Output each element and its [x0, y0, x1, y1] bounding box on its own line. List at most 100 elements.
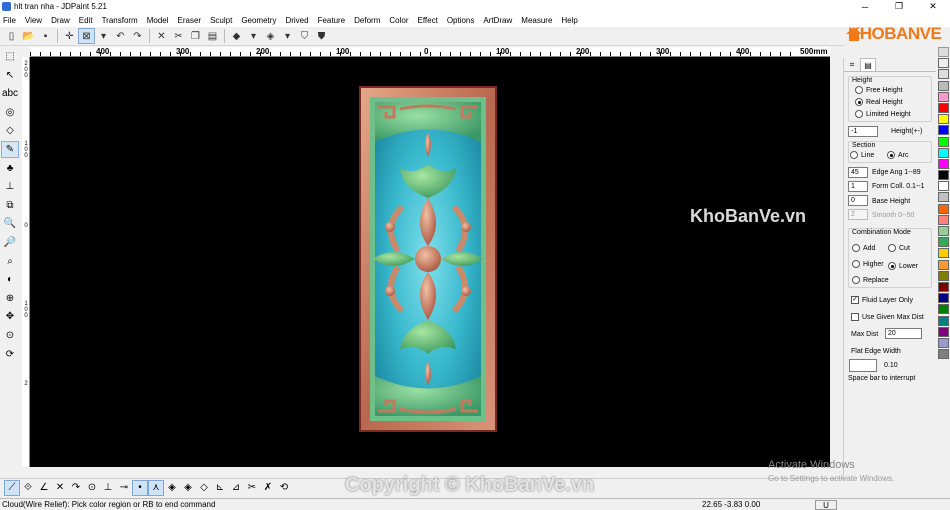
color-swatch[interactable] — [938, 158, 949, 169]
menu-model[interactable]: Model — [147, 16, 169, 25]
color-swatch[interactable] — [938, 226, 949, 236]
form-coll-input[interactable]: 1 — [848, 181, 868, 192]
new-file-icon[interactable]: ▯ — [3, 28, 20, 44]
color-swatch[interactable] — [938, 237, 949, 248]
copy-icon[interactable]: ❐ — [187, 28, 204, 44]
snap-icon[interactable]: ⋏ — [148, 479, 164, 496]
zoom-window-icon[interactable]: ⌕ — [1, 253, 19, 270]
select-box-icon[interactable]: ⊠ — [78, 28, 95, 44]
radio-arc[interactable]: Arc — [887, 151, 909, 159]
line-tool-icon[interactable]: ⟋ — [4, 479, 20, 496]
fill-bucket-icon[interactable]: ♣ — [1, 160, 19, 177]
node-icon[interactable]: ⊙ — [84, 480, 100, 496]
menu-draw[interactable]: Draw — [51, 16, 70, 25]
tab-page-icon[interactable]: ▤ — [860, 58, 876, 71]
radio-cut[interactable]: Cut — [888, 244, 910, 252]
menu-drived[interactable]: Drived — [285, 16, 308, 25]
text-tool-icon[interactable]: abc — [1, 85, 19, 102]
rotate-view-icon[interactable]: ⟳ — [1, 346, 19, 363]
drawing-canvas[interactable] — [30, 57, 830, 467]
radio-real-height[interactable]: Real Height — [855, 98, 903, 106]
dropdown-arrow-icon[interactable]: ▾ — [279, 28, 296, 44]
color-swatch[interactable] — [938, 270, 949, 281]
pan-icon[interactable]: ✥ — [1, 308, 19, 325]
flat-edge-input[interactable] — [849, 359, 877, 372]
branch-icon[interactable]: ⟐ — [20, 480, 36, 496]
measure-icon[interactable]: ⊿ — [228, 480, 244, 496]
menu-eraser[interactable]: Eraser — [178, 16, 202, 25]
color-swatch[interactable] — [938, 293, 949, 304]
save-icon[interactable]: ▪ — [37, 28, 54, 44]
zoom-out-icon[interactable]: 🔎 — [1, 234, 19, 251]
extend-icon[interactable]: ✗ — [260, 480, 276, 496]
diamond-outline-icon[interactable]: ◇ — [196, 480, 212, 496]
cut-icon[interactable]: ✂ — [170, 28, 187, 44]
color-swatch[interactable] — [938, 214, 949, 225]
radio-line[interactable]: Line — [850, 151, 874, 159]
menu-transform[interactable]: Transform — [102, 16, 138, 25]
color-swatch[interactable] — [938, 102, 949, 113]
select-rect-icon[interactable]: ⬚ — [1, 48, 19, 65]
radio-higher[interactable]: Higher — [852, 260, 884, 268]
rotate-icon[interactable]: ⟲ — [276, 480, 292, 496]
no-color-icon[interactable] — [938, 58, 949, 69]
color-swatch[interactable] — [938, 147, 949, 158]
zoom-in-icon[interactable]: 🔍 — [1, 215, 19, 232]
menu-artdraw[interactable]: ArtDraw — [483, 16, 512, 25]
color-swatch[interactable] — [938, 259, 949, 270]
color-fill-icon[interactable]: ◆ — [228, 28, 245, 44]
menu-view[interactable]: View — [25, 16, 42, 25]
crosshair-icon[interactable]: ✛ — [61, 28, 78, 44]
color-swatch[interactable] — [938, 91, 949, 102]
edge-angle-input[interactable]: 45 — [848, 167, 868, 178]
use-given-max-dist-checkbox[interactable]: Use Given Max Dist — [851, 313, 924, 321]
menu-sculpt[interactable]: Sculpt — [210, 16, 232, 25]
cross-icon[interactable]: ✕ — [52, 480, 68, 496]
eraser-icon[interactable]: ◇ — [1, 122, 19, 139]
menu-color[interactable]: Color — [389, 16, 408, 25]
menu-geometry[interactable]: Geometry — [241, 16, 276, 25]
open-folder-icon[interactable]: 📂 — [20, 28, 37, 44]
color-swatch[interactable] — [938, 192, 949, 203]
menu-feature[interactable]: Feature — [318, 16, 346, 25]
circle-tool-icon[interactable]: ◎ — [1, 104, 19, 121]
curve-icon[interactable]: ↷ — [68, 480, 84, 496]
menu-measure[interactable]: Measure — [521, 16, 552, 25]
undo-icon[interactable]: ↶ — [112, 28, 129, 44]
height-tool-icon[interactable]: ⊥ — [1, 178, 19, 195]
point-icon[interactable]: • — [132, 479, 148, 496]
color-swatch[interactable] — [938, 136, 949, 147]
menu-effect[interactable]: Effect — [418, 16, 438, 25]
base-height-input[interactable]: 0 — [848, 195, 868, 206]
color-swatch[interactable] — [938, 248, 949, 259]
radio-limited-height[interactable]: Limited Height — [855, 110, 911, 118]
radio-add[interactable]: Add — [852, 244, 875, 252]
restore-button[interactable]: ❐ — [882, 0, 916, 13]
diamond-alt-icon[interactable]: ◈ — [180, 480, 196, 496]
color-swatch[interactable] — [938, 114, 949, 125]
zoom-all-icon[interactable]: ⊕ — [1, 290, 19, 307]
view-cube-icon[interactable]: ◈ — [262, 28, 279, 44]
paint-brush-icon[interactable]: ✎ — [1, 140, 19, 158]
shade-icon[interactable]: ◐ — [1, 271, 19, 288]
texture-icon[interactable] — [938, 80, 949, 91]
trim-icon[interactable]: ✂ — [244, 480, 260, 496]
tangent-icon[interactable]: ⊸ — [116, 480, 132, 496]
close-button[interactable]: ✕ — [916, 0, 950, 13]
node-edit-icon[interactable]: ↖ — [1, 67, 19, 84]
color-swatch[interactable] — [938, 125, 949, 136]
color-swatch[interactable] — [938, 326, 949, 337]
height-input[interactable]: -1 — [848, 126, 878, 137]
perpendicular-icon[interactable]: ⊥ — [100, 480, 116, 496]
menu-help[interactable]: Help — [561, 16, 577, 25]
color-swatch[interactable] — [938, 315, 949, 326]
max-dist-input[interactable]: 20 — [885, 328, 922, 339]
color-swatch[interactable] — [938, 281, 949, 292]
radio-replace[interactable]: Replace — [852, 276, 889, 284]
shield-icon[interactable]: ⛉ — [296, 28, 313, 44]
zoom-magnify-icon[interactable]: ⊙ — [1, 327, 19, 344]
dropdown-arrow-icon[interactable]: ▾ — [245, 28, 262, 44]
color-swatch[interactable] — [938, 181, 949, 192]
radio-free-height[interactable]: Free Height — [855, 86, 903, 94]
shield-filled-icon[interactable]: ⛊ — [313, 28, 330, 44]
